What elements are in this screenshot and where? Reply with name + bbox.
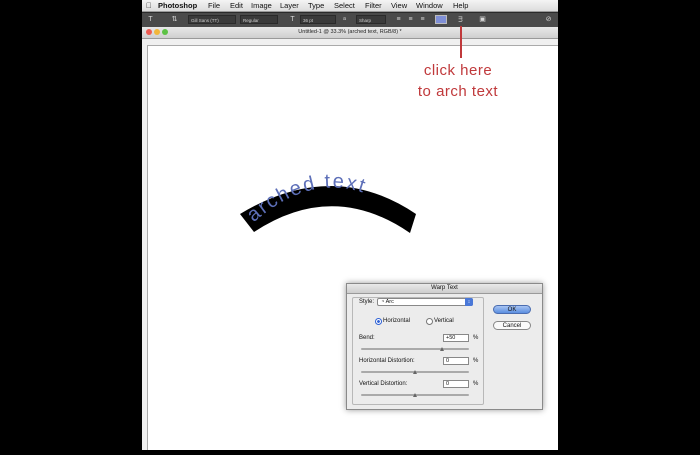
vertical-distortion-field[interactable]: 0: [443, 380, 469, 388]
menu-layer[interactable]: Layer: [280, 1, 299, 10]
bend-field[interactable]: +50: [443, 334, 469, 342]
menu-edit[interactable]: Edit: [230, 1, 243, 10]
menu-app-name[interactable]: Photoshop: [158, 1, 197, 10]
ok-button[interactable]: OK: [493, 305, 531, 314]
vertical-label: Vertical: [434, 318, 454, 324]
horizontal-distortion-percent-sign: %: [473, 358, 479, 364]
warp-settings-group: [352, 297, 484, 405]
text-color-swatch[interactable]: [435, 15, 447, 24]
align-left-icon[interactable]: ≡: [394, 15, 403, 24]
menu-window[interactable]: Window: [416, 1, 443, 10]
warp-text-dialog: Warp Text Style: ◔ Arc ↕ Horizontal Vert…: [346, 283, 543, 410]
annotation-pointer-line: [460, 26, 462, 58]
select-arrows-icon: ↕: [465, 298, 473, 306]
vertical-distortion-percent-sign: %: [473, 381, 479, 387]
menu-file[interactable]: File: [208, 1, 220, 10]
bend-label: Bend:: [359, 335, 375, 341]
align-right-icon[interactable]: ≡: [418, 15, 427, 24]
menu-type[interactable]: Type: [308, 1, 324, 10]
align-center-icon[interactable]: ≡: [406, 15, 415, 24]
font-size-select[interactable]: 36 pt: [300, 15, 336, 24]
menu-select[interactable]: Select: [334, 1, 355, 10]
menu-view[interactable]: View: [391, 1, 407, 10]
cancel-button[interactable]: Cancel: [493, 321, 531, 330]
bend-slider-thumb[interactable]: [439, 347, 444, 351]
apple-icon[interactable]: : [146, 1, 152, 10]
document-title-bar: Untitled-1 @ 33.3% (arched text, RGB/8) …: [142, 27, 558, 39]
font-style-select[interactable]: Regular: [240, 15, 278, 24]
vertical-radio[interactable]: [426, 318, 433, 325]
menu-filter[interactable]: Filter: [365, 1, 382, 10]
orientation-toggle-icon[interactable]: ⇅: [170, 15, 179, 24]
bend-percent-sign: %: [473, 335, 479, 341]
warp-text-icon[interactable]: ᴟ: [456, 15, 465, 24]
anti-alias-select[interactable]: Sharp: [356, 15, 386, 24]
horizontal-distortion-label: Horizontal Distortion:: [359, 358, 415, 364]
cancel-edit-icon[interactable]: ⊘: [544, 15, 553, 24]
horizontal-distortion-slider-thumb[interactable]: [412, 370, 417, 374]
font-family-select[interactable]: Gill Sans (TT): [188, 15, 236, 24]
annotation-line-1: click here: [423, 62, 493, 79]
bend-slider-track[interactable]: [361, 348, 469, 350]
character-panel-icon[interactable]: ▣: [478, 15, 487, 24]
horizontal-label: Horizontal: [383, 318, 411, 324]
horizontal-radio[interactable]: [375, 318, 382, 325]
document-title: Untitled-1 @ 33.3% (arched text, RGB/8) …: [298, 29, 402, 35]
menu-image[interactable]: Image: [251, 1, 272, 10]
vertical-distortion-label: Vertical Distortion:: [359, 381, 408, 387]
menu-help[interactable]: Help: [453, 1, 468, 10]
horizontal-distortion-field[interactable]: 0: [443, 357, 469, 365]
annotation-text: click here to arch text: [396, 60, 520, 102]
font-size-icon: T: [290, 16, 295, 23]
dialog-title: Warp Text: [347, 284, 542, 294]
options-bar: T ⇅ Gill Sans (TT) Regular T 36 pt a Sha…: [142, 12, 558, 28]
annotation-line-2: to arch text: [417, 83, 499, 100]
menu-bar:  Photoshop File Edit Image Layer Type S…: [142, 0, 558, 12]
arc-style-icon: ◔: [381, 299, 385, 305]
style-label: Style:: [359, 299, 375, 305]
anti-alias-icon: a: [343, 16, 346, 22]
vertical-distortion-slider-thumb[interactable]: [412, 393, 417, 397]
horizontal-ruler[interactable]: [142, 39, 558, 46]
style-value: Arc: [385, 299, 394, 305]
type-tool-icon[interactable]: T: [146, 15, 155, 24]
style-select[interactable]: ◔ Arc ↕: [377, 298, 473, 306]
